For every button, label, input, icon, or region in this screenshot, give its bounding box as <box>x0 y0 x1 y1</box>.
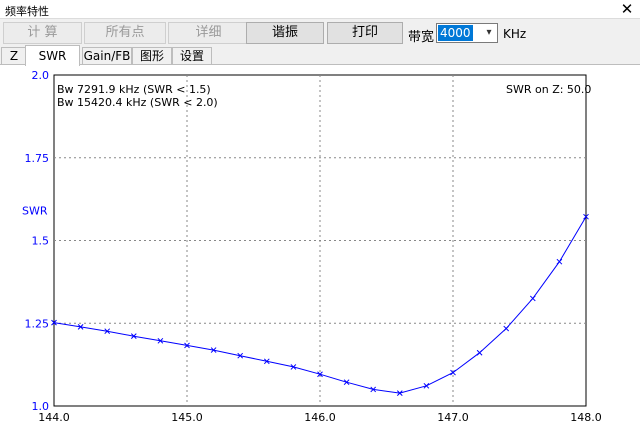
tab-graph[interactable]: 图形 <box>132 47 172 65</box>
x-tick-label: 145.0 <box>171 411 203 424</box>
y-tick-label: 1.0 <box>32 400 50 413</box>
swr-chart: 144.0 145.0 146.0 147.0 148.01.01.251.51.752… <box>22 69 602 424</box>
toolbar: 计 算 所有点 详细 谐振 打印 带宽 4000 ▾ KHz <box>0 20 640 46</box>
y-tick-label: 2.0 <box>32 69 50 82</box>
window-title: 频率特性 <box>5 5 49 18</box>
bw-1-5-text: Bw 7291.9 kHz (SWR < 1.5) <box>57 83 211 96</box>
x-tick-label: 146.0 <box>304 411 336 424</box>
bandwidth-unit: KHz <box>503 27 527 41</box>
title-bar: 频率特性 ✕ <box>0 0 640 19</box>
tab-swr[interactable]: SWR <box>25 45 80 66</box>
swr-on-z-text: SWR on Z: 50.0 <box>506 83 592 96</box>
tab-gain-fb[interactable]: Gain/FB <box>82 47 132 65</box>
resonance-button[interactable]: 谐振 <box>246 22 324 44</box>
swr-chart-panel: 144.0 145.0 146.0 147.0 148.0 1.0 1.25 1.5 1.75 2… <box>0 65 640 436</box>
print-button[interactable]: 打印 <box>327 22 403 44</box>
all-points-button[interactable]: 所有点 <box>84 22 166 44</box>
bandwidth-value[interactable]: 4000 <box>438 25 473 41</box>
bw-2-0-text: Bw 15420.4 kHz (SWR < 2.0) <box>57 96 218 109</box>
chevron-down-icon[interactable]: ▾ <box>482 24 496 42</box>
y-axis-label: SWR <box>22 205 48 218</box>
close-icon[interactable]: ✕ <box>614 0 640 19</box>
calculate-button[interactable]: 计 算 <box>3 22 82 44</box>
details-button[interactable]: 详细 <box>168 22 249 44</box>
x-tick-label: 147.0 <box>437 411 469 424</box>
y-tick-label: 1.5 <box>32 235 50 248</box>
bandwidth-select[interactable]: 4000 ▾ <box>436 23 498 43</box>
tab-settings[interactable]: 设置 <box>172 47 212 65</box>
bandwidth-label: 带宽 <box>408 30 435 45</box>
tab-bar: Z SWR Gain/FB 图形 设置 <box>0 45 640 66</box>
y-tick-label: 1.25 <box>25 317 50 330</box>
tab-z[interactable]: Z <box>1 47 27 65</box>
x-tick-label: 148.0 <box>570 411 602 424</box>
y-tick-label: 1.75 <box>25 152 50 165</box>
